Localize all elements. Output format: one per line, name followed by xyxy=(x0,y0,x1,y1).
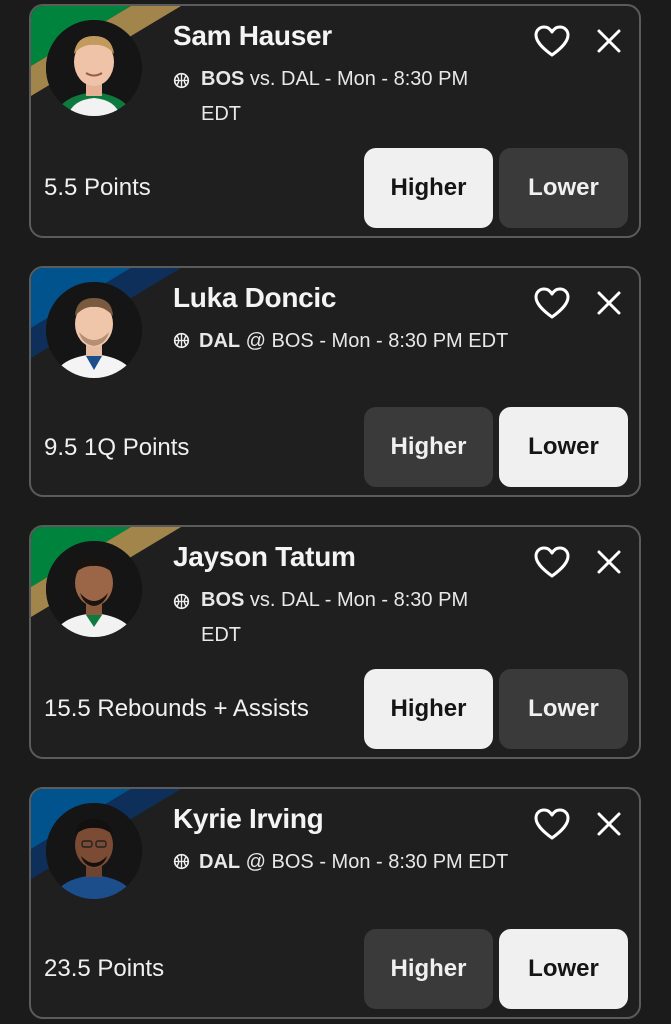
game-info: DAL @ BOS - Mon - 8:30 PM EDT xyxy=(173,324,573,359)
lower-button[interactable]: Lower xyxy=(499,148,628,228)
player-headshot xyxy=(46,282,142,378)
basketball-icon xyxy=(173,593,190,610)
heart-outline-icon[interactable] xyxy=(533,807,571,841)
stat-line: 15.5 Rebounds + Assists xyxy=(44,695,309,722)
stat-line: 5.5 Points xyxy=(44,174,151,201)
pick-buttons: Higher Lower xyxy=(364,929,630,1009)
player-headshot xyxy=(46,803,142,899)
player-headshot xyxy=(46,541,142,637)
player-card: Sam Hauser BOS vs. DAL - Mon - 8:30 PM E… xyxy=(29,4,641,238)
heart-outline-icon[interactable] xyxy=(533,24,571,58)
higher-button[interactable]: Higher xyxy=(364,669,493,749)
player-headshot xyxy=(46,20,142,116)
lower-button[interactable]: Lower xyxy=(499,929,628,1009)
close-x-icon[interactable] xyxy=(596,811,622,837)
matchup-text: @ BOS - Mon - 8:30 PM EDT xyxy=(240,851,509,873)
pick-buttons: Higher Lower xyxy=(364,407,630,487)
close-x-icon[interactable] xyxy=(596,28,622,54)
higher-button[interactable]: Higher xyxy=(364,929,493,1009)
lower-button[interactable]: Lower xyxy=(499,669,628,749)
higher-button[interactable]: Higher xyxy=(364,148,493,228)
pick-buttons: Higher Lower xyxy=(364,669,630,749)
game-info: BOS vs. DAL - Mon - 8:30 PM EDT xyxy=(173,62,503,132)
player-name: Kyrie Irving xyxy=(173,803,324,834)
team-abbr: BOS xyxy=(201,589,245,611)
player-name: Sam Hauser xyxy=(173,20,332,51)
pick-buttons: Higher Lower xyxy=(364,148,630,228)
higher-button[interactable]: Higher xyxy=(364,407,493,487)
player-card: Jayson Tatum BOS vs. DAL - Mon - 8:30 PM… xyxy=(29,525,641,759)
game-info: BOS vs. DAL - Mon - 8:30 PM EDT xyxy=(173,583,503,653)
lower-button[interactable]: Lower xyxy=(499,407,628,487)
team-abbr: BOS xyxy=(201,68,245,90)
basketball-icon xyxy=(173,72,190,89)
matchup-text: @ BOS - Mon - 8:30 PM EDT xyxy=(240,330,509,352)
basketball-icon xyxy=(173,853,190,870)
close-x-icon[interactable] xyxy=(596,290,622,316)
heart-outline-icon[interactable] xyxy=(533,545,571,579)
basketball-icon xyxy=(173,332,190,349)
game-info: DAL @ BOS - Mon - 8:30 PM EDT xyxy=(173,845,573,880)
stat-line: 23.5 Points xyxy=(44,955,165,982)
stat-line: 9.5 1Q Points xyxy=(44,434,190,461)
player-name: Luka Doncic xyxy=(173,282,337,313)
team-abbr: DAL xyxy=(199,851,241,873)
team-abbr: DAL xyxy=(199,330,241,352)
player-card: Kyrie Irving DAL @ BOS - Mon - 8:30 PM E… xyxy=(29,787,641,1019)
player-card: Luka Doncic DAL @ BOS - Mon - 8:30 PM ED… xyxy=(29,266,641,497)
close-x-icon[interactable] xyxy=(596,549,622,575)
heart-outline-icon[interactable] xyxy=(533,286,571,320)
player-name: Jayson Tatum xyxy=(173,541,356,572)
